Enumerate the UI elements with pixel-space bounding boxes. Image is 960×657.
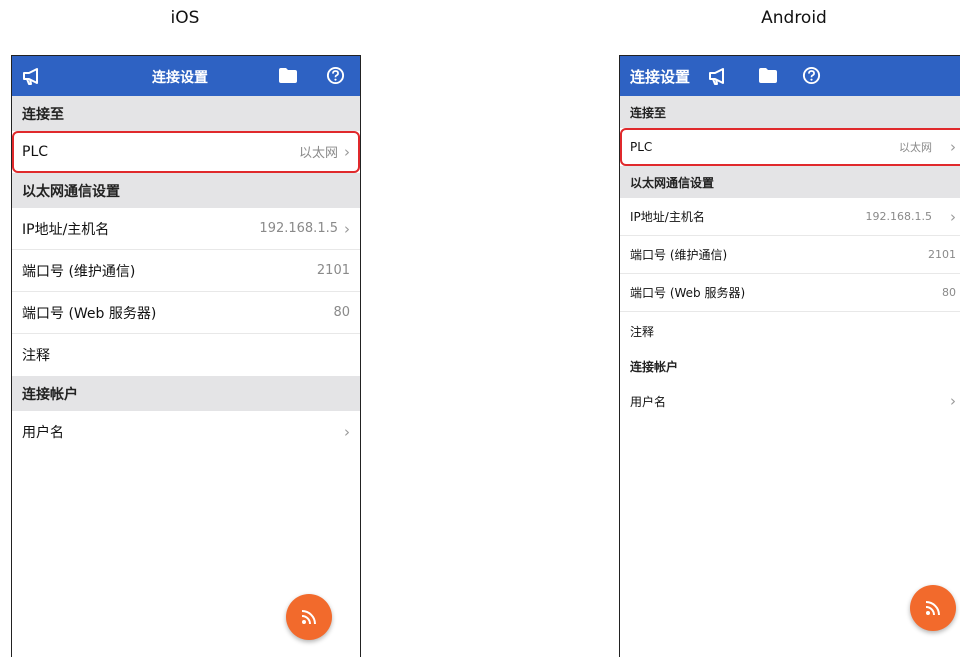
ip-value: 192.168.1.5 — [865, 210, 932, 223]
username-row[interactable]: 用户名 › — [12, 411, 360, 453]
username-label: 用户名 — [630, 394, 667, 409]
section-label: 以太网通信设置 — [22, 183, 120, 200]
page-title: 连接设置 — [630, 68, 691, 86]
comment-row[interactable]: 注释 — [620, 312, 960, 350]
megaphone-icon[interactable] — [708, 67, 728, 89]
section-label: 以太网通信设置 — [630, 175, 715, 190]
port-web-label: 端口号 (Web 服务器) — [22, 305, 157, 322]
page-title: 连接设置 — [152, 70, 208, 86]
app-bar: 连接设置 — [620, 56, 960, 96]
rss-icon — [301, 610, 316, 625]
help-icon[interactable] — [802, 66, 821, 89]
ip-label: IP地址/主机名 — [22, 221, 110, 238]
folder-icon[interactable] — [759, 68, 777, 87]
chevron-right-icon: › — [950, 207, 956, 226]
section-connect-to: 连接至 — [12, 96, 360, 131]
app-bar: 连接设置 — [12, 56, 360, 96]
port-web-value: 80 — [942, 286, 956, 299]
username-label: 用户名 — [22, 425, 64, 441]
port-maint-row[interactable]: 端口号 (维护通信) 2101 — [12, 250, 360, 292]
port-web-row[interactable]: 端口号 (Web 服务器) 80 — [12, 292, 360, 334]
section-ethernet: 以太网通信设置 — [620, 166, 960, 198]
chevron-right-icon: › — [344, 142, 350, 161]
section-connect-to: 连接至 — [620, 96, 960, 128]
section-label: 连接至 — [22, 106, 64, 123]
plc-value: 以太网 — [899, 140, 932, 154]
comment-label: 注释 — [22, 348, 50, 364]
megaphone-icon[interactable] — [22, 67, 42, 89]
chevron-right-icon: › — [950, 137, 956, 156]
android-screen: 连接设置 连接至 PLC 以太网 › 以太网通信设置 IP地址/主机名 192.1… — [619, 55, 960, 657]
port-web-row[interactable]: 端口号 (Web 服务器) 80 — [620, 274, 960, 312]
section-ethernet: 以太网通信设置 — [12, 173, 360, 208]
chevron-right-icon: › — [950, 392, 956, 410]
section-label: 连接帐户 — [630, 359, 679, 374]
comment-label: 注释 — [630, 324, 655, 339]
plc-value: 以太网 — [298, 146, 338, 161]
plc-row[interactable]: PLC 以太网 › — [12, 131, 360, 173]
section-account: 连接帐户 — [12, 376, 360, 411]
section-label: 连接帐户 — [22, 386, 78, 403]
connect-fab-button[interactable] — [286, 594, 332, 640]
port-maint-label: 端口号 (维护通信) — [630, 248, 728, 262]
ios-caption: iOS — [170, 8, 200, 28]
chevron-right-icon: › — [344, 423, 350, 441]
connect-fab-button[interactable] — [910, 585, 956, 631]
port-maint-value: 2101 — [316, 263, 350, 278]
folder-icon[interactable] — [279, 68, 297, 87]
ip-row[interactable]: IP地址/主机名 192.168.1.5 › — [12, 208, 360, 250]
ios-screen: 连接设置 连接至 PLC 以太网 › 以太网通信设置 IP地址/主机名 192.1… — [11, 55, 361, 657]
ip-value: 192.168.1.5 — [259, 221, 338, 236]
rss-icon — [925, 601, 940, 616]
username-row[interactable]: 用户名 › — [620, 382, 960, 420]
ip-label: IP地址/主机名 — [630, 210, 705, 224]
help-icon[interactable] — [326, 66, 345, 89]
ip-row[interactable]: IP地址/主机名 192.168.1.5 › — [620, 198, 960, 236]
port-web-value: 80 — [333, 305, 350, 320]
android-caption: Android — [761, 8, 827, 28]
port-maint-value: 2101 — [928, 248, 956, 261]
plc-label: PLC — [22, 143, 49, 160]
port-maint-label: 端口号 (维护通信) — [22, 263, 136, 280]
port-maint-row[interactable]: 端口号 (维护通信) 2101 — [620, 236, 960, 274]
port-web-label: 端口号 (Web 服务器) — [630, 286, 746, 300]
comment-row[interactable]: 注释 — [12, 334, 360, 376]
chevron-right-icon: › — [344, 219, 350, 238]
plc-row[interactable]: PLC 以太网 › — [620, 128, 960, 166]
section-account: 连接帐户 — [620, 350, 960, 382]
plc-label: PLC — [630, 139, 653, 154]
section-label: 连接至 — [630, 105, 667, 120]
